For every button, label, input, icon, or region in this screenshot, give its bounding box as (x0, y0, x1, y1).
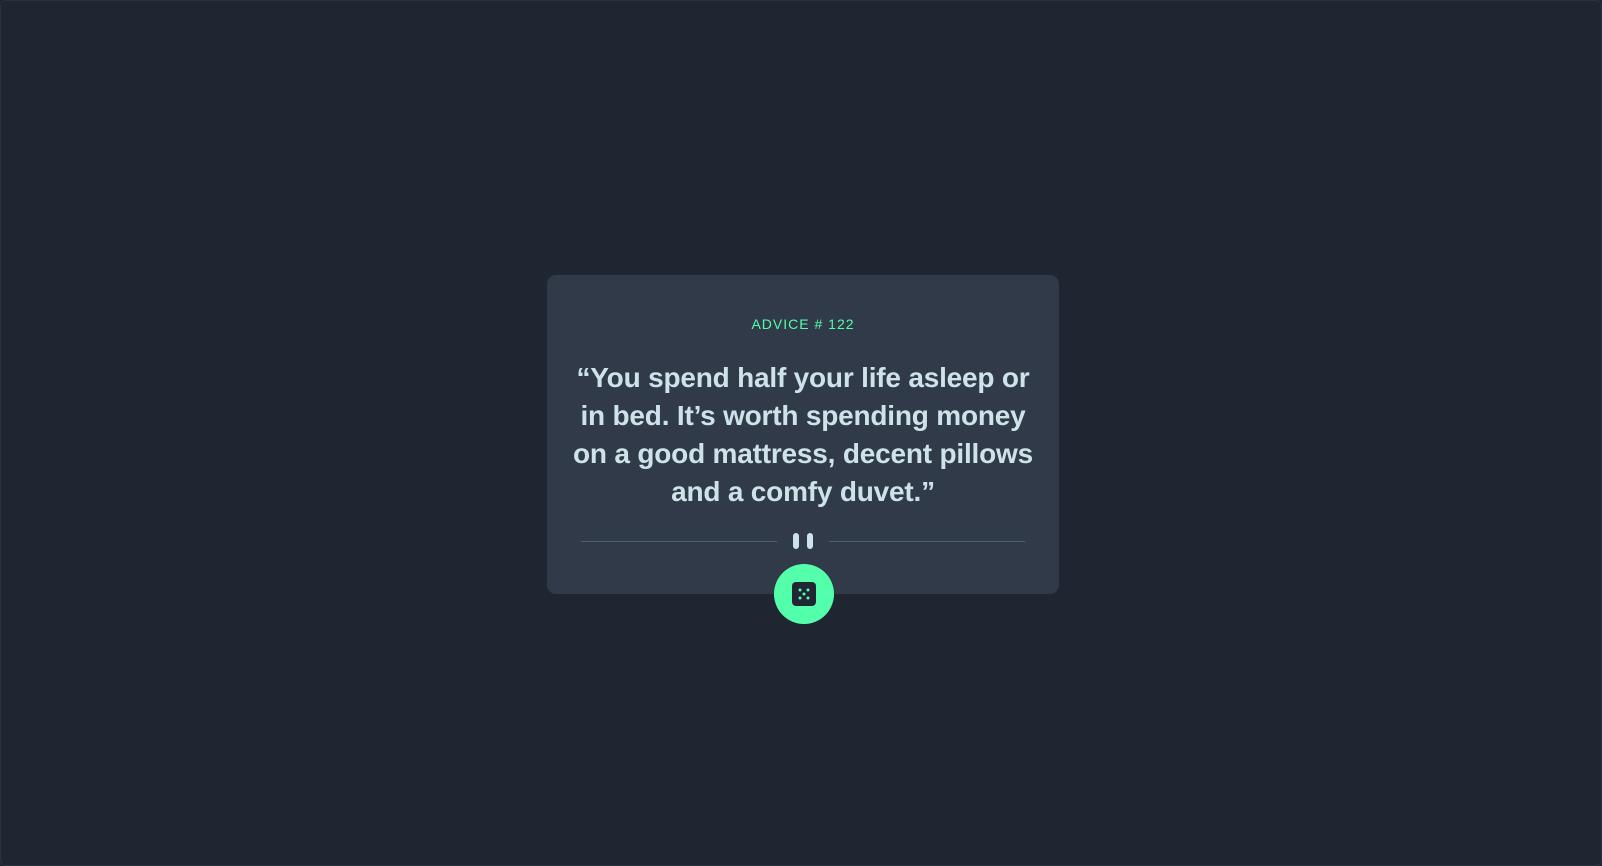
pause-bar-left (793, 533, 799, 549)
divider (581, 533, 1025, 549)
advice-id-label: ADVICE # 122 (751, 316, 855, 332)
new-advice-button[interactable] (774, 564, 834, 624)
app-window: ADVICE # 122 “You spend half your life a… (0, 0, 1602, 866)
advice-quote: “You spend half your life asleep or in b… (573, 362, 1033, 507)
pause-icon (793, 533, 813, 549)
pause-bar-right (807, 533, 813, 549)
advice-card: ADVICE # 122 “You spend half your life a… (547, 275, 1059, 594)
divider-line-right (829, 541, 1025, 542)
dice-icon (792, 582, 816, 606)
divider-line-left (581, 541, 777, 542)
